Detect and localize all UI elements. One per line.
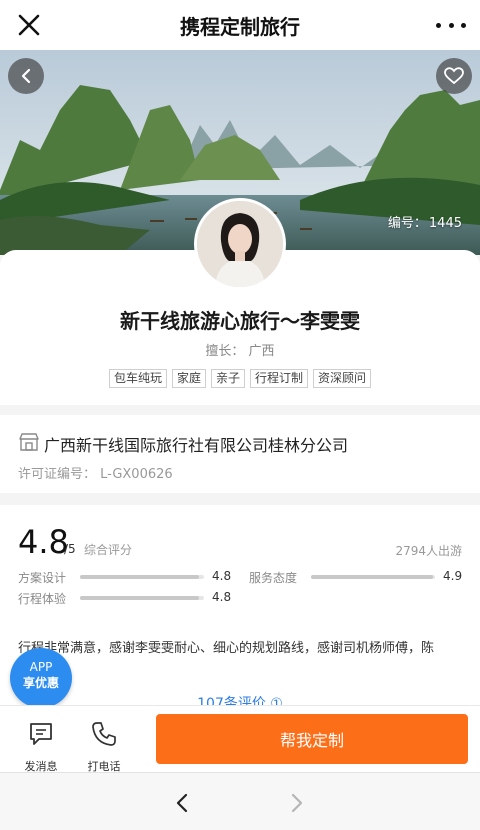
license-number: 许可证编号： L-GX00626 — [18, 467, 173, 482]
bottom-action-bar: 发消息 打电话 帮我定制 — [0, 705, 480, 774]
call-button[interactable]: 打电话 — [79, 720, 129, 774]
phone-icon — [92, 722, 116, 746]
traveler-count: 2794人出游 — [395, 544, 462, 558]
metric-bar — [311, 575, 435, 579]
top-nav-bar: 携程定制旅行 — [0, 0, 480, 50]
metric-trip-experience: 行程体验 4.8 — [18, 590, 238, 606]
metric-bar — [80, 596, 204, 600]
rating-section: 4.8 /5 综合评分 2794人出游 方案设计 4.8 服务态度 4.9 行程… — [0, 505, 480, 705]
guide-id-value: 1445 — [428, 216, 462, 231]
more-dots-icon[interactable] — [436, 14, 466, 36]
agency-name: 广西新干线国际旅行社有限公司桂林分公司 — [44, 436, 349, 455]
specialty-text: 擅长： 广西 — [205, 344, 275, 359]
metric-label: 行程体验 — [18, 592, 67, 606]
app-badge-line1: APP — [29, 660, 53, 674]
back-button[interactable] — [8, 58, 44, 94]
favorite-button[interactable] — [436, 58, 472, 94]
more-reviews-link[interactable]: 107条评价 ① — [0, 693, 480, 705]
close-icon[interactable] — [16, 12, 42, 38]
metric-label: 服务态度 — [249, 571, 298, 585]
message-button[interactable]: 发消息 — [16, 720, 66, 774]
tag-list: 包车纯玩 家庭 亲子 行程订制 资深顾问 — [0, 369, 480, 388]
app-promo-badge[interactable]: APP 享优惠 — [10, 648, 72, 708]
avatar[interactable] — [194, 198, 286, 290]
chat-icon — [30, 723, 52, 745]
score-label: 综合评分 — [84, 543, 133, 557]
page-title: 携程定制旅行 — [180, 14, 300, 39]
chevron-left-icon[interactable] — [170, 791, 194, 815]
guide-id-label: 编号： — [387, 216, 427, 231]
tag: 资深顾问 — [313, 369, 372, 388]
tag: 家庭 — [171, 369, 206, 388]
agency-section[interactable]: 广西新干线国际旅行社有限公司桂林分公司 许可证编号： L-GX00626 — [0, 415, 480, 493]
metric-value: 4.9 — [443, 569, 463, 583]
guide-name: 新干线旅游心旅行～李雯雯 — [120, 309, 360, 333]
metric-service-attitude: 服务态度 4.9 — [249, 569, 469, 585]
app-badge-line2: 享优惠 — [22, 676, 59, 690]
chevron-left-icon — [21, 68, 31, 84]
tag: 亲子 — [210, 369, 245, 388]
tag: 行程订制 — [250, 369, 309, 388]
tag: 包车纯玩 — [108, 369, 167, 388]
heart-icon — [444, 67, 464, 85]
browser-nav-bar — [0, 772, 480, 830]
metric-label: 方案设计 — [18, 571, 67, 585]
review-snippet[interactable]: 行程非常满意，感谢李雯雯耐心、细心的规划路线，感谢司机杨师傅，陈 — [18, 637, 468, 656]
metric-plan-design: 方案设计 4.8 — [18, 569, 238, 585]
customize-button[interactable]: 帮我定制 — [156, 714, 468, 764]
shop-icon — [19, 433, 39, 451]
guide-id: 编号： 1445 — [386, 212, 462, 231]
score-max: /5 — [64, 542, 76, 556]
metric-value: 4.8 — [212, 590, 232, 604]
metric-bar — [80, 575, 204, 579]
chevron-right-icon[interactable] — [285, 791, 309, 815]
metric-value: 4.8 — [212, 569, 232, 583]
overall-score: 4.8 — [18, 523, 69, 561]
